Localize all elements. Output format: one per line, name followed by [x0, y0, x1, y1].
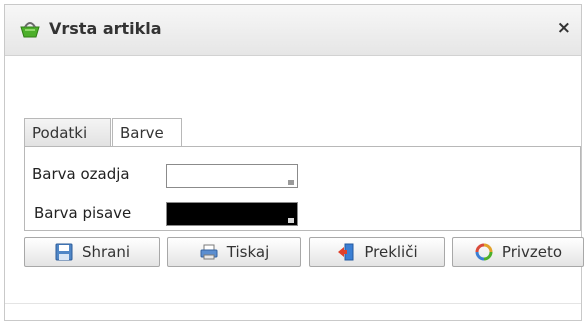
- dropdown-arrow-icon: [288, 180, 294, 185]
- tab-barve[interactable]: Barve: [112, 118, 182, 147]
- text-color-picker[interactable]: [166, 202, 298, 226]
- colors-panel: Barva ozadja Barva pisave: [24, 146, 581, 231]
- save-button-label: Shrani: [81, 243, 131, 261]
- title-bar[interactable]: Vrsta artikla ×: [5, 5, 581, 56]
- close-button[interactable]: ×: [557, 18, 571, 38]
- print-button-label: Tiskaj: [226, 243, 270, 261]
- refresh-icon: [475, 243, 493, 261]
- dialog-title: Vrsta artikla: [49, 19, 162, 38]
- reset-button-label: Privzeto: [501, 243, 563, 261]
- basket-icon: [19, 19, 41, 39]
- tab-podatki[interactable]: Podatki: [24, 118, 111, 146]
- footer-divider: [5, 303, 581, 304]
- print-button[interactable]: Tiskaj: [167, 237, 301, 267]
- text-color-label: Barva pisave: [34, 204, 132, 222]
- save-button[interactable]: Shrani: [24, 237, 160, 267]
- dropdown-arrow-icon: [288, 218, 294, 223]
- background-color-label: Barva ozadja: [32, 165, 130, 183]
- floppy-disk-icon: [55, 243, 73, 261]
- cancel-button[interactable]: Prekliči: [309, 237, 445, 267]
- printer-icon: [200, 244, 218, 260]
- dialog-window: Vrsta artikla × Podatki Barve Barva ozad…: [4, 4, 584, 321]
- reset-default-button[interactable]: Privzeto: [452, 237, 584, 267]
- exit-door-icon: [338, 243, 354, 261]
- background-color-picker[interactable]: [166, 164, 298, 188]
- cancel-button-label: Prekliči: [364, 243, 418, 261]
